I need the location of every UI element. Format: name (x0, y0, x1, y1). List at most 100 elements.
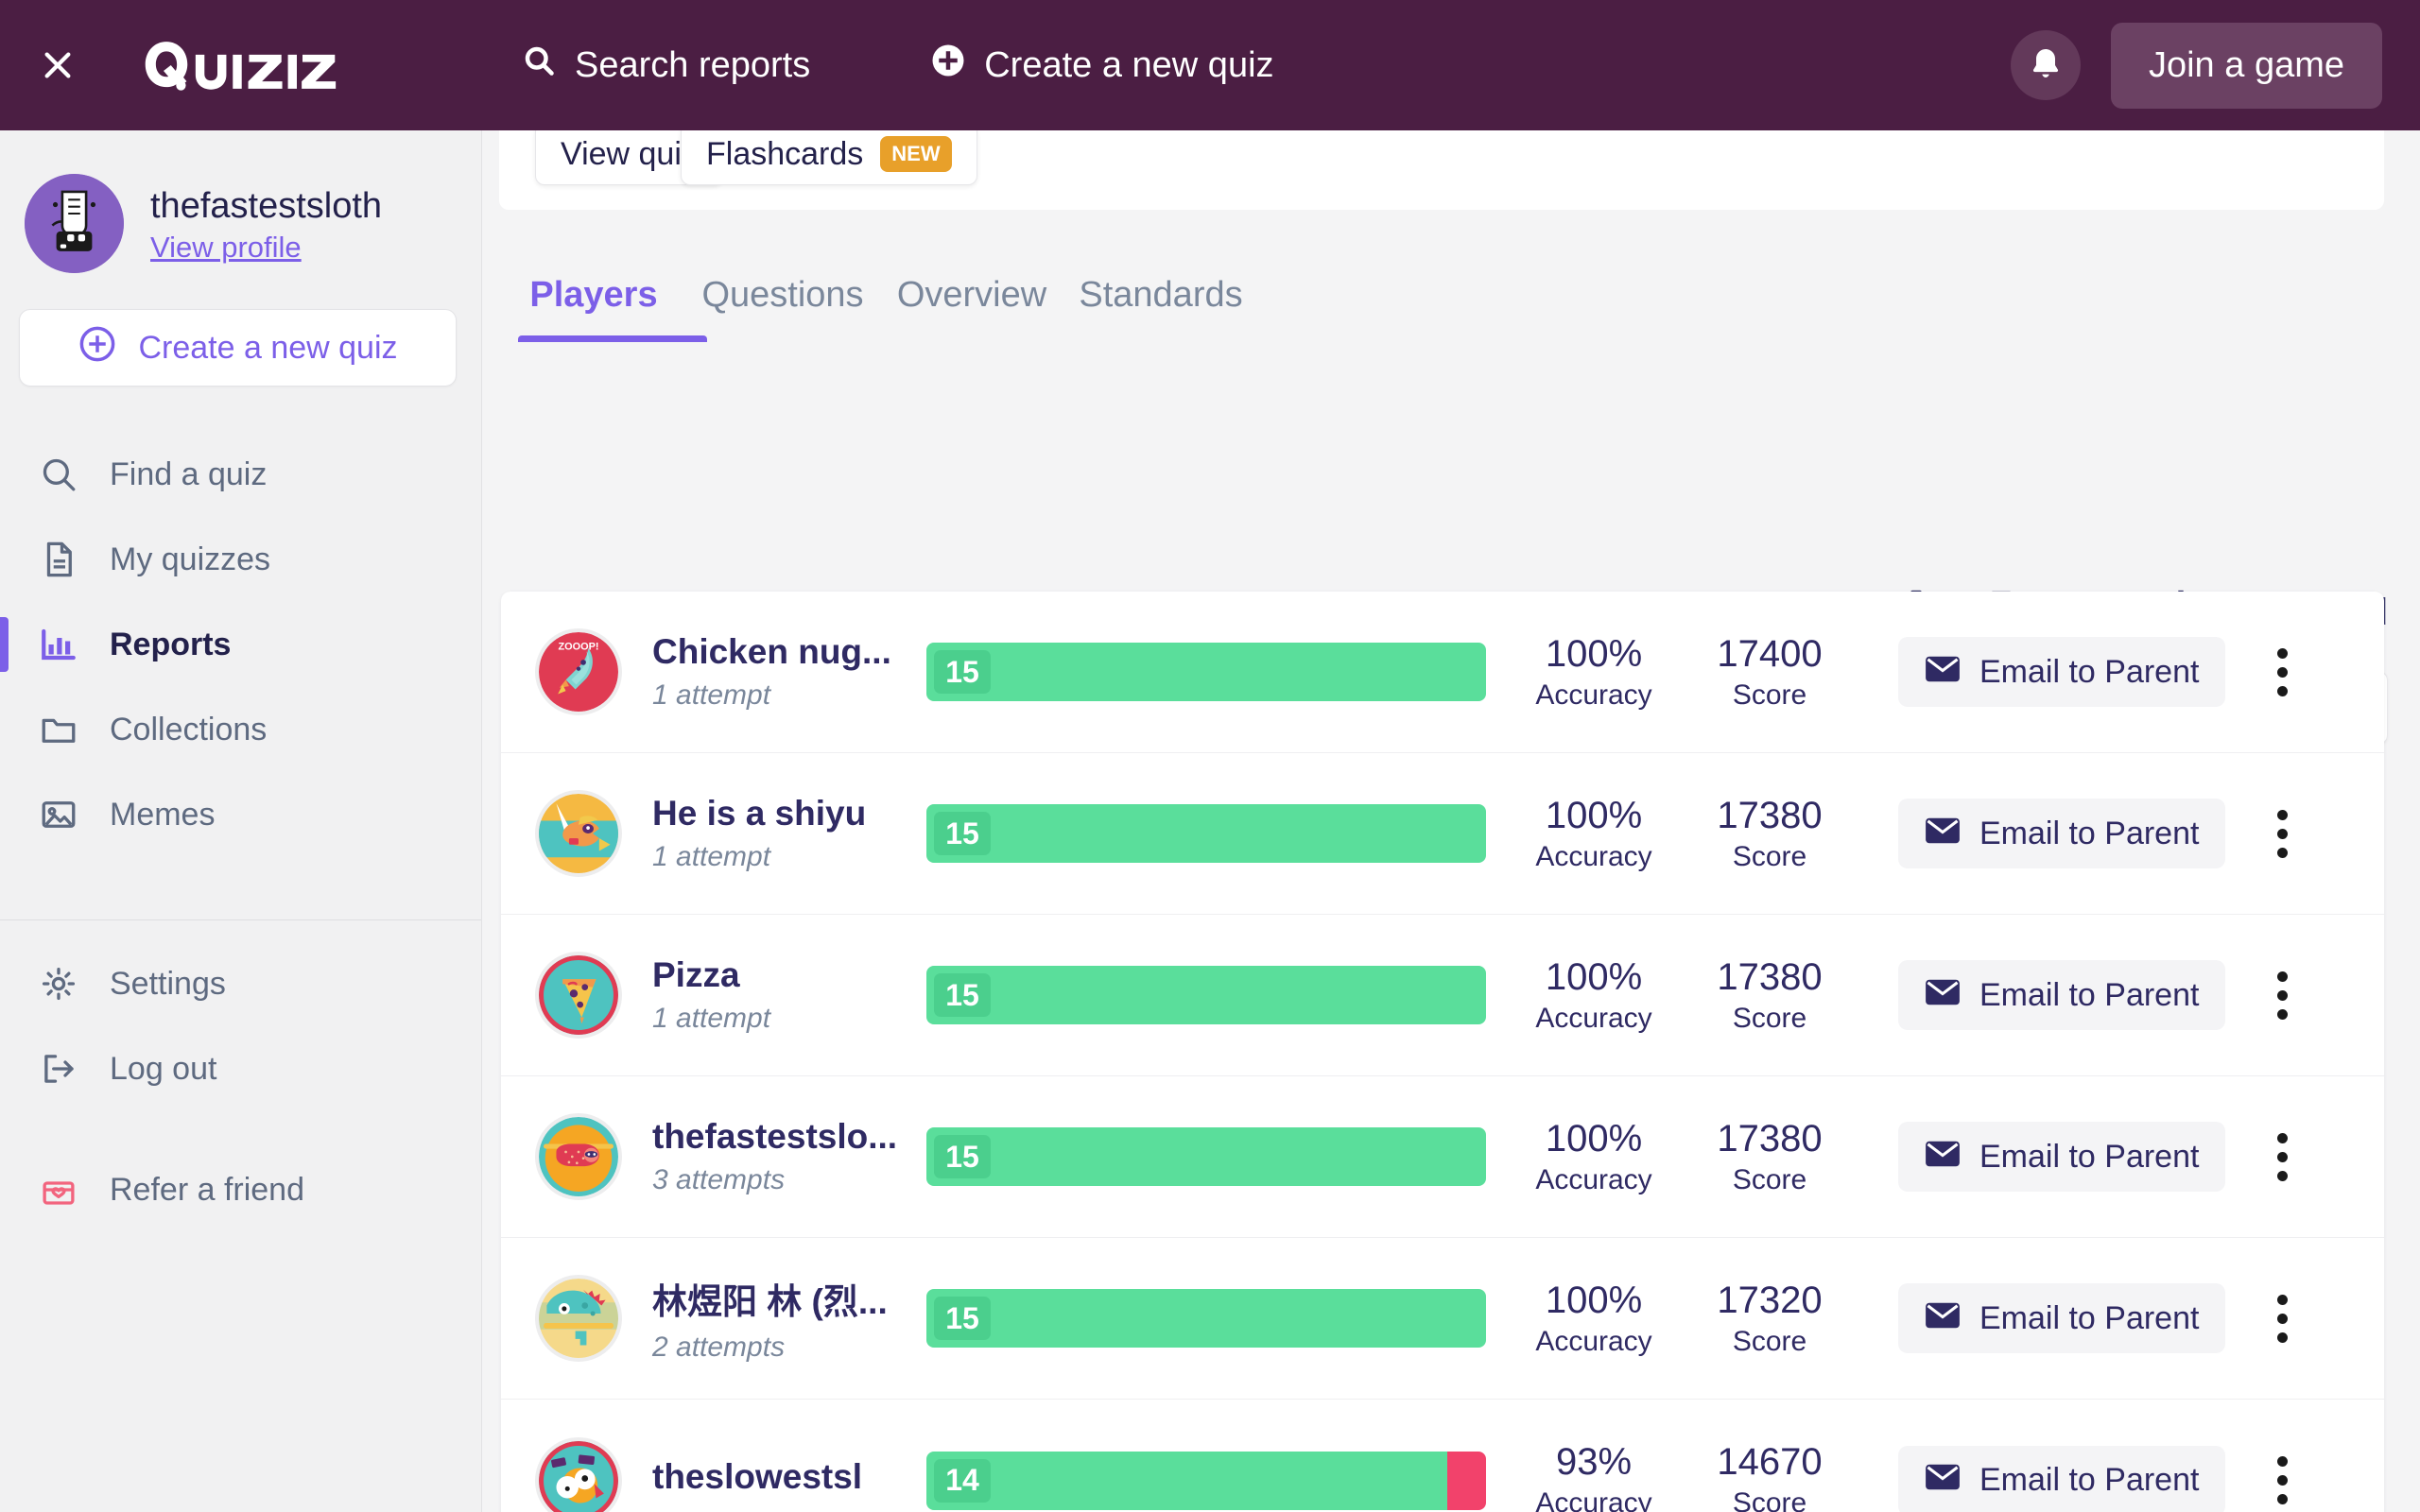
flashcards-label: Flashcards (706, 135, 864, 172)
quiz-header-card: View quiz Flashcards NEW (499, 130, 2384, 210)
email-to-parent-button[interactable]: Email to Parent (1898, 799, 2226, 868)
sidebar-item-log-out[interactable]: Log out (0, 1026, 481, 1111)
close-icon[interactable] (36, 43, 79, 87)
sidebar-item-label: Settings (110, 965, 226, 1002)
email-to-parent-label: Email to Parent (1979, 1462, 2200, 1498)
envelope-icon (1925, 1462, 1961, 1499)
sidebar-item-settings[interactable]: Settings (0, 941, 481, 1026)
tab-standards[interactable]: Standards (1079, 275, 1242, 342)
envelope-icon (1925, 977, 1961, 1014)
player-name-col: Pizza 1 attempt (652, 955, 917, 1035)
email-to-parent-button[interactable]: Email to Parent (1898, 1445, 2226, 1512)
score-stat: 17380 Score (1690, 956, 1849, 1035)
accuracy-value: 100% (1545, 632, 1643, 675)
join-game-button[interactable]: Join a game (2110, 22, 2382, 109)
table-row[interactable]: thefastestslo... 3 attempts 15 100% Accu… (501, 1076, 2384, 1238)
correct-count: 15 (934, 1135, 991, 1178)
email-to-parent-button[interactable]: Email to Parent (1898, 1283, 2226, 1353)
email-to-parent-button[interactable]: Email to Parent (1898, 960, 2226, 1030)
report-tabs: Players Questions Overview Standards (499, 210, 2384, 342)
table-row[interactable]: Pizza 1 attempt 15 100% Accuracy 17380 S… (501, 915, 2384, 1076)
email-to-parent-label: Email to Parent (1979, 1138, 2200, 1175)
flashcards-button[interactable]: Flashcards NEW (681, 130, 977, 185)
accuracy-bar: 15 (926, 804, 1486, 863)
players-panel: Showing Best attempt (482, 342, 2420, 1512)
more-vertical-icon[interactable] (2261, 960, 2303, 1030)
score-value: 17380 (1717, 1117, 1823, 1160)
sidebar-item-my-quizzes[interactable]: My quizzes (0, 517, 481, 602)
create-new-quiz-link[interactable]: Create a new quiz (931, 43, 1274, 87)
player-name: theslowestsl (652, 1456, 863, 1496)
envelope-icon (1925, 816, 1961, 852)
score-stat: 17380 Score (1690, 795, 1849, 873)
notifications-button[interactable] (2010, 30, 2081, 100)
table-row[interactable]: ZOOOP! Chicken nug... 1 attempt 15 100% … (501, 592, 2384, 753)
envelope-icon (1925, 1139, 1961, 1176)
score-label: Score (1732, 679, 1807, 711)
gift-box-icon (38, 1169, 79, 1211)
sloth-avatar[interactable] (25, 174, 124, 273)
envelope-icon (1925, 1300, 1961, 1337)
sidebar-create-quiz-label: Create a new quiz (138, 329, 398, 366)
profile-block: thefastestsloth View profile (0, 130, 481, 273)
accuracy-label: Accuracy (1535, 1325, 1652, 1357)
gear-icon (38, 963, 79, 1005)
correct-count: 15 (934, 1297, 991, 1340)
plus-circle-icon (931, 43, 965, 87)
sidebar-item-memes[interactable]: Memes (0, 772, 481, 857)
logout-icon (38, 1048, 79, 1090)
table-row[interactable]: 林煜阳 林 (烈... 2 attempts 15 100% Accuracy … (501, 1238, 2384, 1400)
bell-icon (2027, 44, 2065, 87)
more-vertical-icon[interactable] (2261, 1122, 2303, 1192)
view-profile-link[interactable]: View profile (150, 231, 302, 265)
correct-count: 14 (934, 1458, 991, 1503)
score-label: Score (1732, 1002, 1807, 1034)
player-attempts: 1 attempt (652, 679, 771, 711)
sidebar-item-reports[interactable]: Reports (0, 602, 481, 687)
new-badge: NEW (880, 136, 952, 172)
tab-overview[interactable]: Overview (897, 275, 1046, 342)
tab-questions[interactable]: Questions (701, 275, 863, 342)
sidebar-item-refer-a-friend[interactable]: Refer a friend (0, 1147, 481, 1232)
avatar: ZOOOP! (535, 628, 622, 715)
avatar (535, 952, 622, 1039)
quizizz-logo[interactable] (123, 37, 369, 94)
accuracy-stat: 100% Accuracy (1514, 1118, 1673, 1196)
sidebar-item-label: My quizzes (110, 541, 271, 577)
more-vertical-icon[interactable] (2261, 1446, 2303, 1512)
more-vertical-icon[interactable] (2261, 1283, 2303, 1353)
sidebar-item-label: Memes (110, 796, 216, 833)
sidebar-create-quiz-button[interactable]: Create a new quiz (19, 309, 457, 387)
table-row[interactable]: He is a shiyu 1 attempt 15 100% Accuracy… (501, 753, 2384, 915)
header-right-actions: Join a game (2010, 22, 2382, 109)
more-vertical-icon[interactable] (2261, 799, 2303, 868)
accuracy-label: Accuracy (1535, 679, 1652, 711)
search-reports-link[interactable]: Search reports (522, 43, 810, 87)
score-label: Score (1732, 840, 1807, 872)
avatar (535, 1436, 622, 1512)
sidebar-item-find-a-quiz[interactable]: Find a quiz (0, 432, 481, 517)
accuracy-bar: 15 (926, 643, 1486, 701)
sidebar: thefastestsloth View profile Create a ne… (0, 130, 482, 1512)
player-name-col: theslowestsl (652, 1457, 917, 1504)
plus-circle-icon (78, 324, 117, 372)
accuracy-bar: 15 (926, 1289, 1486, 1348)
top-header: Search reports Create a new quiz Join a … (0, 0, 2420, 130)
player-name: Pizza (652, 955, 740, 994)
score-value: 17380 (1717, 794, 1823, 836)
avatar (535, 1113, 622, 1200)
more-vertical-icon[interactable] (2261, 637, 2303, 707)
table-row[interactable]: theslowestsl 14 93% Accuracy 14670 Score (501, 1400, 2384, 1512)
tab-players[interactable]: Players (529, 275, 657, 342)
sidebar-item-collections[interactable]: Collections (0, 687, 481, 772)
avatar (535, 1275, 622, 1362)
create-new-quiz-label: Create a new quiz (984, 44, 1274, 85)
correct-count: 15 (934, 650, 991, 694)
email-to-parent-button[interactable]: Email to Parent (1898, 637, 2226, 707)
accuracy-stat: 100% Accuracy (1514, 633, 1673, 712)
email-to-parent-button[interactable]: Email to Parent (1898, 1122, 2226, 1192)
accuracy-stat: 100% Accuracy (1514, 795, 1673, 873)
accuracy-stat: 93% Accuracy (1514, 1441, 1673, 1512)
player-name: Chicken nug... (652, 632, 891, 671)
score-label: Score (1732, 1487, 1807, 1512)
